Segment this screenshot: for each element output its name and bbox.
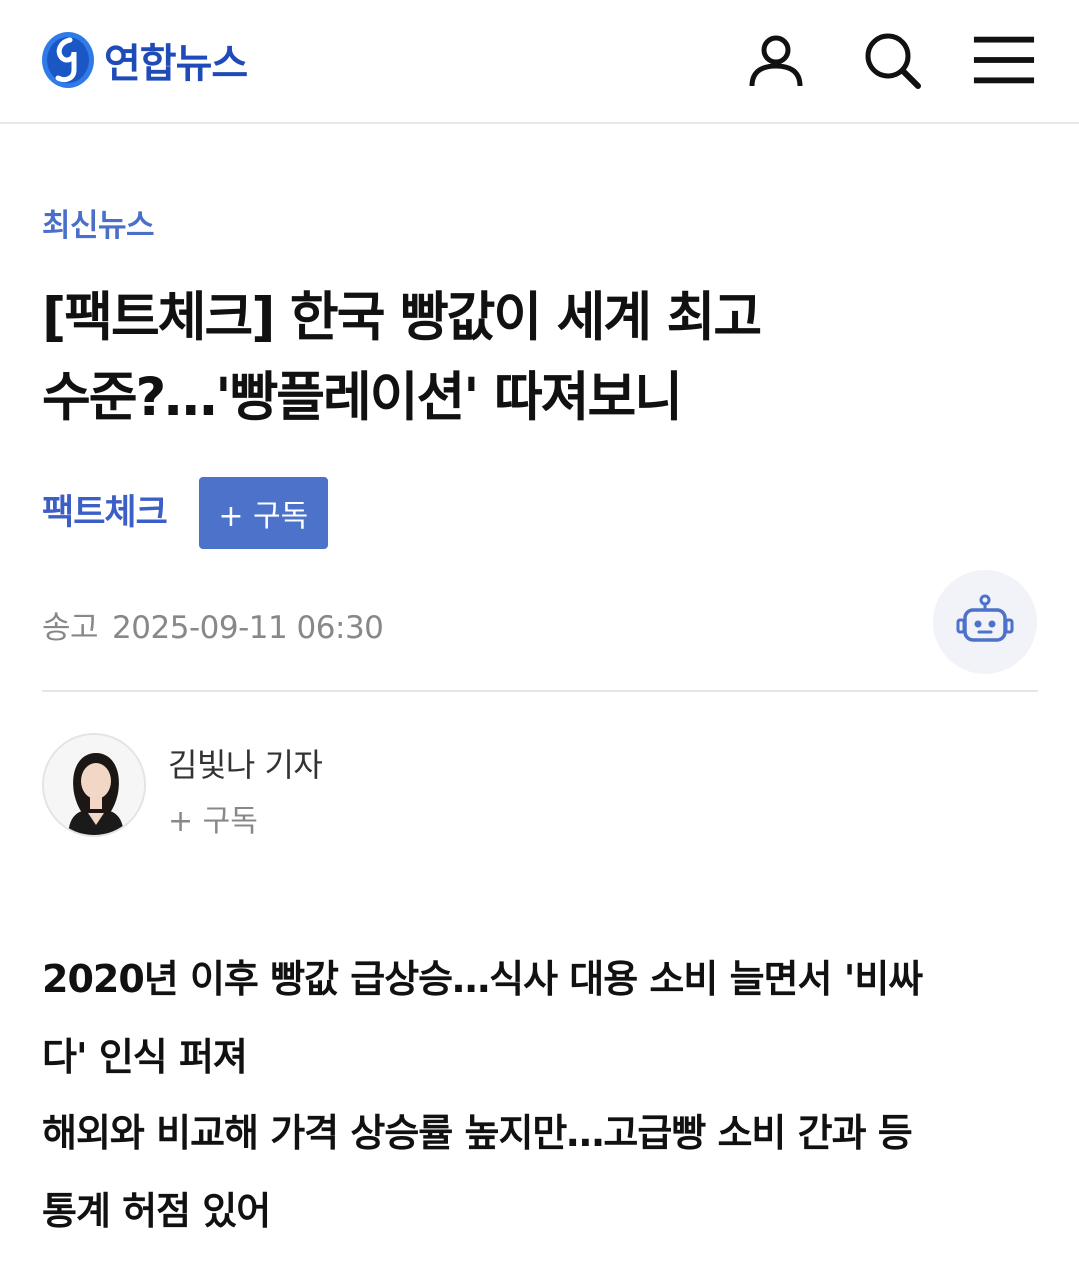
author-subscribe-button[interactable]: + 구독 xyxy=(168,796,258,840)
headline-line-2: 수준?…'빵플레이션' 따져보니 xyxy=(42,367,683,428)
summary-item: 해외와 비교해 가격 상승률 높지만…고급빵 소비 간과 등 통계 허점 있어 xyxy=(42,1094,1042,1250)
yonhap-logo-mark xyxy=(42,32,94,88)
search-icon[interactable] xyxy=(860,28,924,92)
menu-icon[interactable] xyxy=(972,28,1036,92)
summary-line: 통계 허점 있어 xyxy=(42,1189,271,1233)
publish-datetime: 2025-09-11 06:30 xyxy=(112,610,384,646)
top-header: 연합뉴스 xyxy=(0,0,1079,124)
publish-dateline: 송고 2025-09-11 06:30 xyxy=(42,602,384,647)
article-headline: [팩트체크] 한국 빵값이 세계 최고 수준?…'빵플레이션' 따져보니 xyxy=(42,278,1032,438)
series-tag[interactable]: 팩트체크 xyxy=(42,491,168,537)
headline-line-1: [팩트체크] 한국 빵값이 세계 최고 xyxy=(42,287,762,348)
dateline-label: 송고 xyxy=(42,610,99,646)
author-avatar[interactable] xyxy=(42,733,146,837)
category-label[interactable]: 최신뉴스 xyxy=(42,200,155,245)
person-icon[interactable] xyxy=(744,28,808,92)
series-row: 팩트체크 + 구독 xyxy=(42,477,328,549)
series-subscribe-button[interactable]: + 구독 xyxy=(198,477,328,549)
logo-text: 연합뉴스 xyxy=(104,41,248,87)
summary-line: 해외와 비교해 가격 상승률 높지만…고급빵 소비 간과 등 xyxy=(42,1111,913,1155)
robot-icon xyxy=(956,594,1014,642)
ai-robot-button[interactable] xyxy=(933,570,1037,674)
yonhap-logo[interactable]: 연합뉴스 xyxy=(40,28,248,92)
summary-line: 다' 인식 퍼져 xyxy=(42,1035,248,1079)
summary-line: 2020년 이후 빵값 급상승…식사 대용 소비 늘면서 '비싸 xyxy=(42,957,923,1001)
summary-item: 2020년 이후 빵값 급상승…식사 대용 소비 늘면서 '비싸 다' 인식 퍼… xyxy=(42,940,1042,1096)
divider xyxy=(42,690,1038,692)
author-name[interactable]: 김빛나 기자 xyxy=(168,740,323,786)
